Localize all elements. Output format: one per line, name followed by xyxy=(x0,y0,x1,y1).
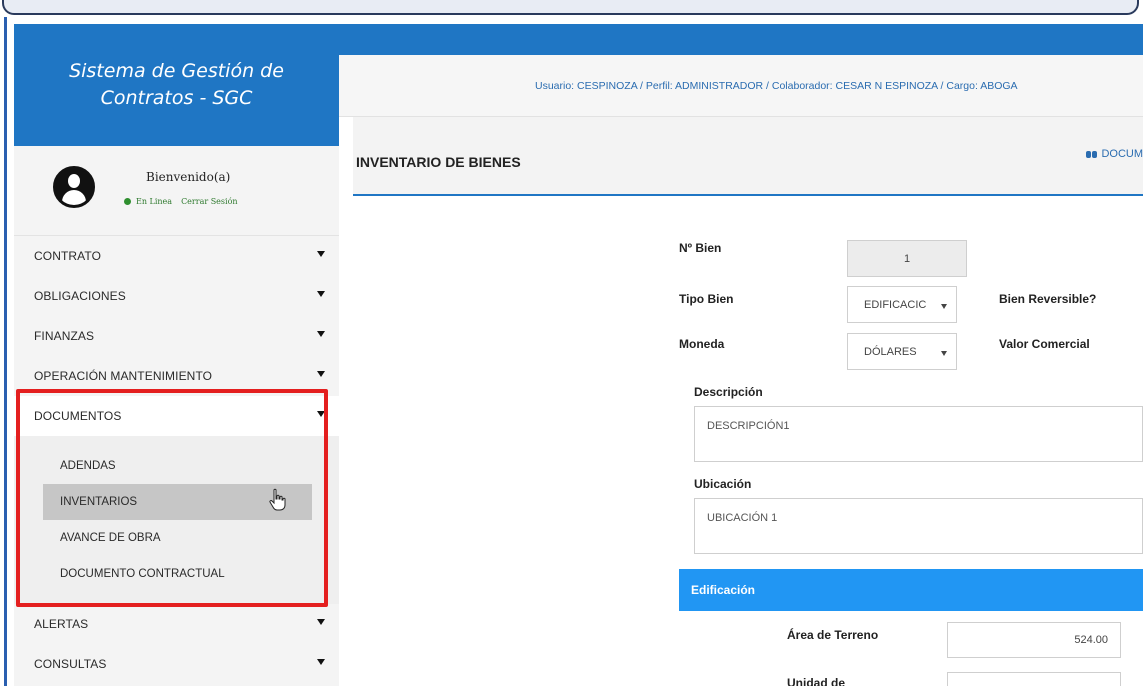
sidebar-item-label: DOCUMENTOS xyxy=(34,409,122,423)
user-info-bar: Usuario: CESPINOZA / Perfil: ADMINISTRAD… xyxy=(339,55,1143,117)
sidebar-item-label: CONSULTAS xyxy=(34,657,107,671)
sidebar-item-label: CONTRATO xyxy=(34,249,102,263)
avatar-icon xyxy=(53,166,95,208)
sidebar-item-label: OBLIGACIONES xyxy=(34,289,126,303)
edificacion-section-header: Edificación xyxy=(679,569,1143,611)
bien-reversible-label: Bien Reversible? xyxy=(999,292,1097,306)
tipo-bien-label: Tipo Bien xyxy=(679,292,734,306)
submenu-item-label: AVANCE DE OBRA xyxy=(60,532,161,544)
ubicacion-label: Ubicación xyxy=(694,477,752,491)
select-arrow-icon xyxy=(941,304,947,309)
sidebar-item-label: OPERACIÓN MANTENIMIENTO xyxy=(34,369,213,383)
caret-down-icon xyxy=(317,619,325,625)
binoculars-icon xyxy=(1086,150,1098,159)
documentos-submenu: ADENDAS INVENTARIOS AVANCE DE OBRA DOCUM… xyxy=(14,436,339,604)
hand-cursor-icon xyxy=(269,488,286,511)
submenu-item-avance-de-obra[interactable]: AVANCE DE OBRA xyxy=(43,520,312,556)
tipo-bien-select[interactable]: EDIFICACIC xyxy=(847,286,957,323)
documentos-link[interactable]: DOCUM xyxy=(1086,148,1143,160)
select-arrow-icon xyxy=(941,351,947,356)
n-bien-field: 1 xyxy=(847,240,967,277)
valor-comercial-label: Valor Comercial xyxy=(999,337,1090,351)
submenu-item-adendas[interactable]: ADENDAS xyxy=(43,448,312,484)
unidad-select[interactable] xyxy=(947,672,1121,686)
ubicacion-textarea[interactable]: UBICACIÓN 1 xyxy=(694,498,1143,554)
sidebar-item-alertas[interactable]: ALERTAS xyxy=(14,604,339,644)
submenu-item-label: ADENDAS xyxy=(60,460,116,472)
user-panel: Bienvenido(a) En Linea Cerrar Sesión xyxy=(14,146,339,236)
caret-down-icon xyxy=(317,411,325,417)
sidebar: Sistema de Gestión de Contratos - SGC Bi… xyxy=(14,24,339,686)
welcome-text: Bienvenido(a) xyxy=(146,170,231,184)
screenshot-frame: Sistema de Gestión de Contratos - SGC Bi… xyxy=(0,0,1143,686)
app-title: Sistema de Gestión de Contratos - SGC xyxy=(69,60,284,109)
area-terreno-field[interactable]: 524.00 xyxy=(947,622,1121,658)
online-status-text: En Linea xyxy=(136,197,173,206)
online-status-icon xyxy=(124,198,131,205)
logout-link[interactable]: Cerrar Sesión xyxy=(181,197,238,206)
sidebar-item-label: ALERTAS xyxy=(34,617,89,631)
descripcion-label: Descripción xyxy=(694,385,763,399)
sidebar-item-finanzas[interactable]: FINANZAS xyxy=(14,316,339,356)
descripcion-textarea[interactable]: DESCRIPCIÓN1 xyxy=(694,406,1143,462)
sidebar-item-label: FINANZAS xyxy=(34,329,95,343)
edificacion-section-title: Edificación xyxy=(691,583,756,597)
area-terreno-label: Área de Terreno xyxy=(787,628,879,642)
sidebar-item-documentos[interactable]: DOCUMENTOS xyxy=(14,396,339,436)
moneda-label: Moneda xyxy=(679,337,725,351)
caret-down-icon xyxy=(317,251,325,257)
sidebar-header: Sistema de Gestión de Contratos - SGC xyxy=(14,24,339,146)
caret-down-icon xyxy=(317,371,325,377)
moneda-select[interactable]: DÓLARES xyxy=(847,333,957,370)
main-content: Usuario: CESPINOZA / Perfil: ADMINISTRAD… xyxy=(339,24,1143,686)
submenu-item-documento-contractual[interactable]: DOCUMENTO CONTRACTUAL xyxy=(43,556,312,592)
sidebar-item-obligaciones[interactable]: OBLIGACIONES xyxy=(14,276,339,316)
page-title: INVENTARIO DE BIENES xyxy=(356,154,521,170)
documentos-link-label: DOCUM xyxy=(1101,148,1143,160)
caret-down-icon xyxy=(317,659,325,665)
left-rail xyxy=(4,17,7,686)
top-banner xyxy=(2,0,1139,15)
submenu-item-label: DOCUMENTO CONTRACTUAL xyxy=(60,568,225,580)
sidebar-item-consultas[interactable]: CONSULTAS xyxy=(14,644,339,684)
page-header: INVENTARIO DE BIENES DOCUM xyxy=(353,117,1143,196)
sidebar-item-operacion-mantenimiento[interactable]: OPERACIÓN MANTENIMIENTO xyxy=(14,356,339,396)
status-row: En Linea Cerrar Sesión xyxy=(124,197,238,206)
unidad-label: Unidad de xyxy=(787,676,846,686)
caret-down-icon xyxy=(317,291,325,297)
n-bien-label: Nº Bien xyxy=(679,241,722,255)
sidebar-item-contrato[interactable]: CONTRATO xyxy=(14,236,339,276)
caret-down-icon xyxy=(317,331,325,337)
submenu-item-label: INVENTARIOS xyxy=(60,496,138,508)
tipo-bien-value: EDIFICACIC xyxy=(864,298,927,311)
top-navbar xyxy=(339,24,1143,55)
moneda-value: DÓLARES xyxy=(864,345,917,358)
user-info-text: Usuario: CESPINOZA / Perfil: ADMINISTRAD… xyxy=(535,79,1018,92)
